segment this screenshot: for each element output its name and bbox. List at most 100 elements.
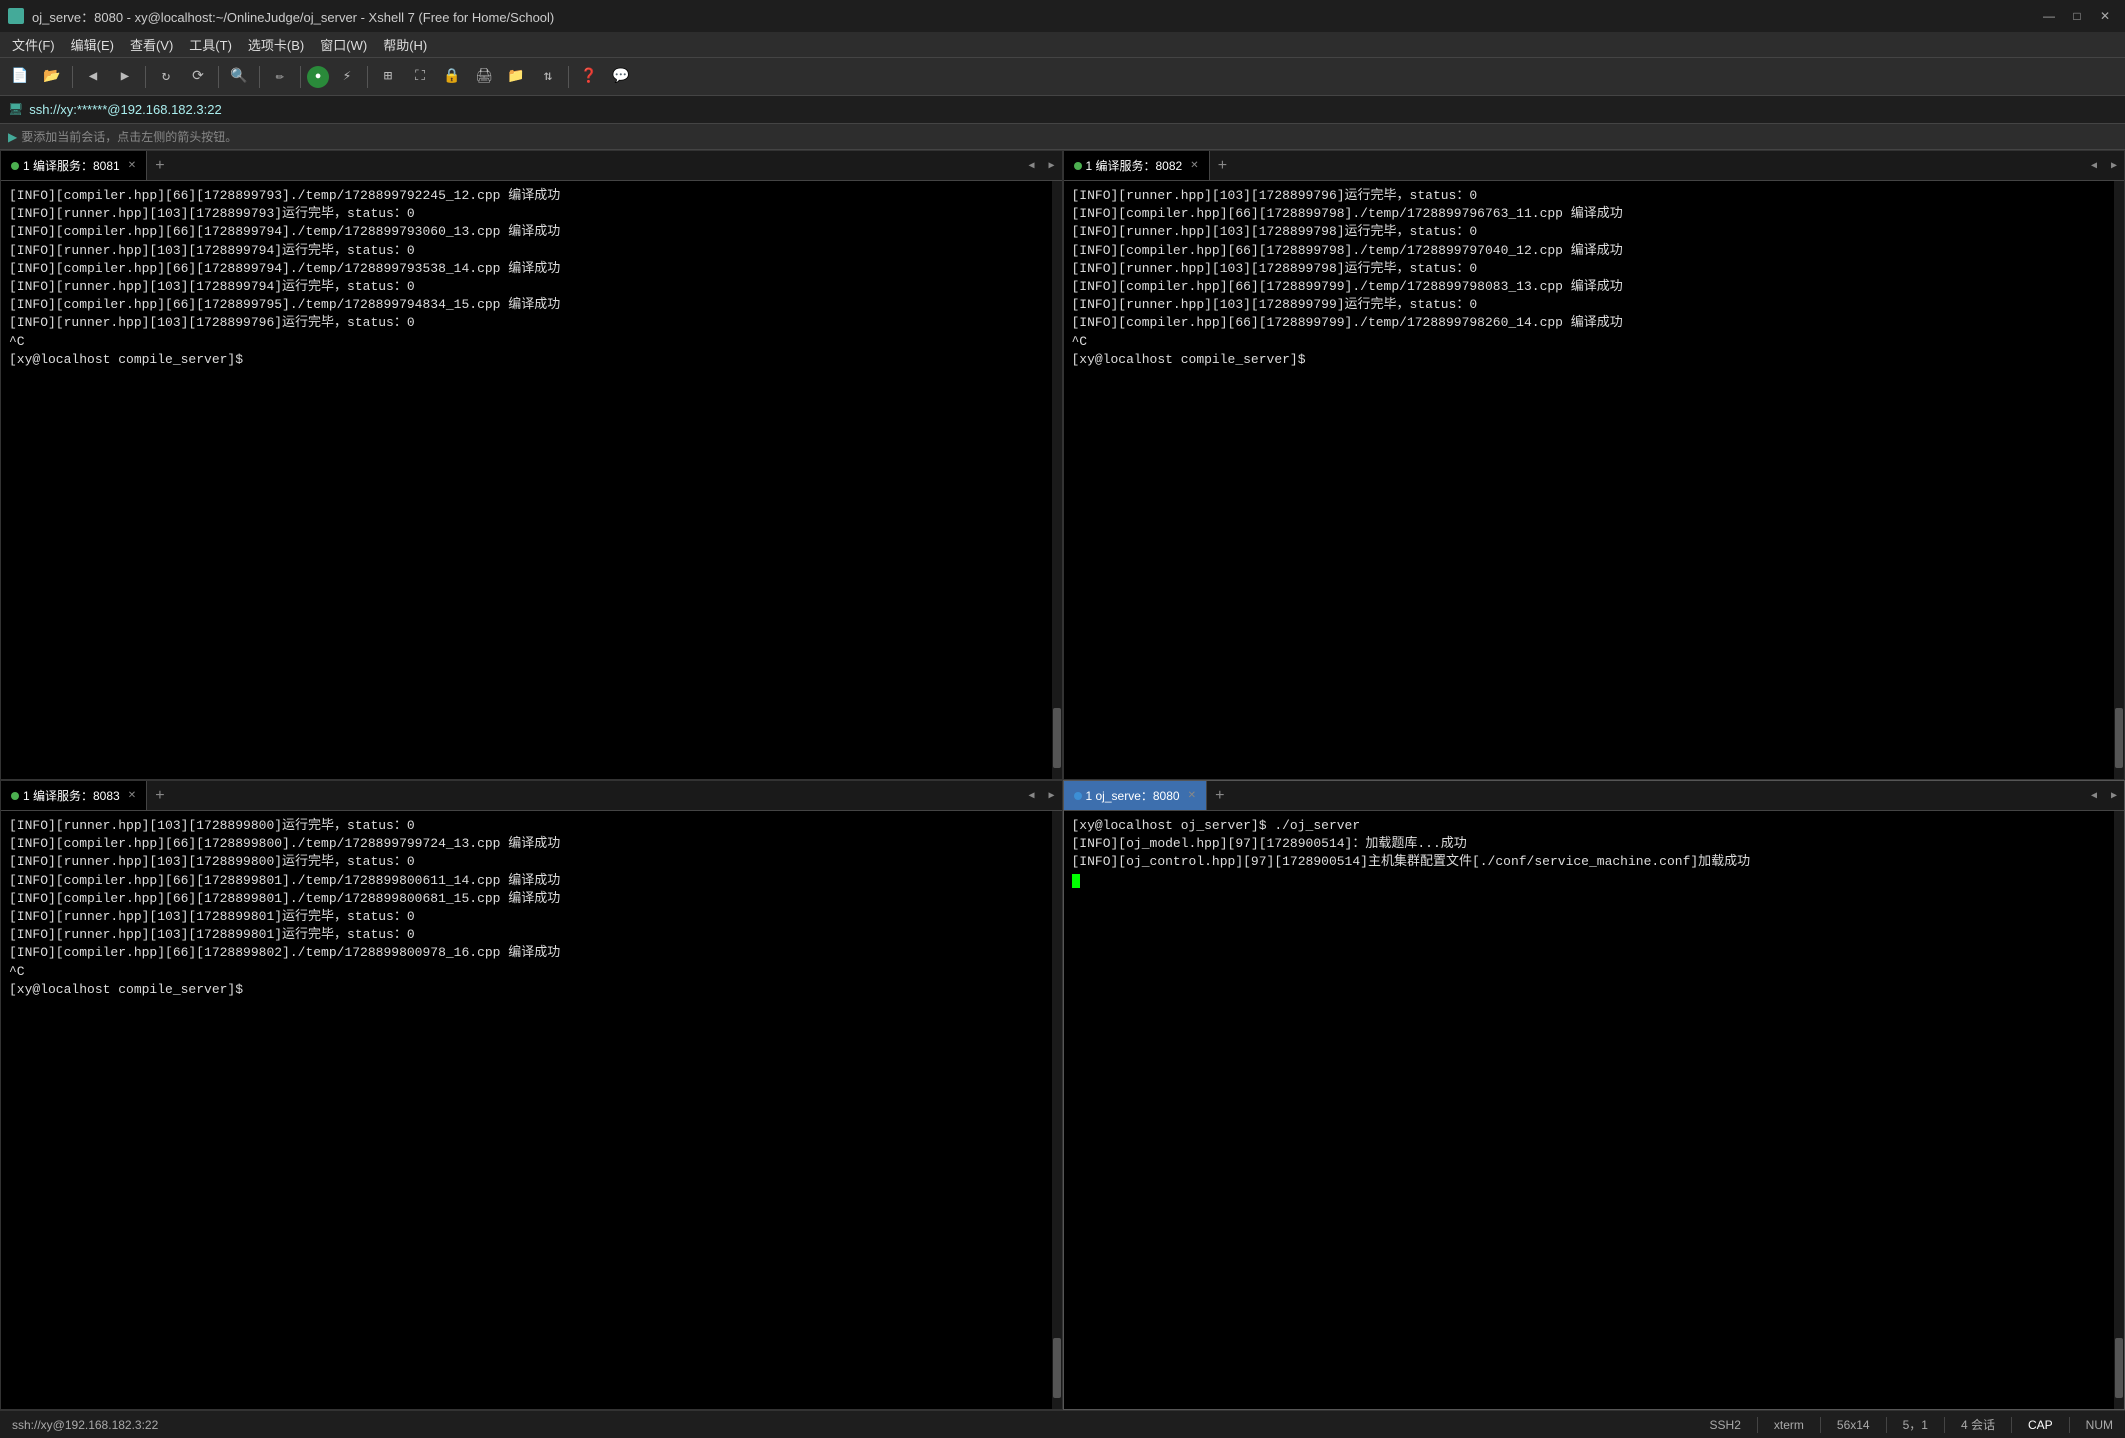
tab-add-3[interactable]: + <box>147 781 173 810</box>
scrollbar-2[interactable] <box>2114 181 2124 779</box>
menu-view[interactable]: 查看(V) <box>122 32 181 57</box>
tab-prev-2[interactable]: ◀ <box>2084 151 2104 180</box>
info-bar: ▶ 要添加当前会话，点击左侧的箭头按钮。 <box>0 124 2125 150</box>
terminal-pane-3: 1 编译服务：8083 ✕ + ◀ ▶ [INFO][runner.hpp][1… <box>0 780 1063 1410</box>
scrollbar-1[interactable] <box>1052 181 1062 779</box>
status-div4 <box>1944 1417 1945 1433</box>
menu-tools[interactable]: 工具(T) <box>181 32 240 57</box>
ssh-icon: 🖥 <box>8 102 23 117</box>
forward-btn[interactable]: ▶ <box>111 63 139 91</box>
tab-prev-1[interactable]: ◀ <box>1022 151 1042 180</box>
tab-label-3: 1 编译服务：8083 <box>23 787 120 804</box>
menu-window[interactable]: 窗口(W) <box>312 32 375 57</box>
tab-pane4[interactable]: 1 oj_serve：8080 ✕ <box>1064 781 1207 810</box>
status-sessions: 4 会话 <box>1961 1416 1995 1433</box>
terminal-content-4[interactable]: [xy@localhost oj_server]$ ./oj_server [I… <box>1064 811 2125 1409</box>
tab-pane3[interactable]: 1 编译服务：8083 ✕ <box>1 781 147 810</box>
status-div3 <box>1886 1417 1887 1433</box>
status-pos: 5，1 <box>1903 1416 1928 1433</box>
new-session-btn[interactable]: 📄 <box>6 63 34 91</box>
tab-close-3[interactable]: ✕ <box>128 790 136 801</box>
title-bar: oj_serve：8080 - xy@localhost:~/OnlineJud… <box>0 0 2125 32</box>
tab-prev-4[interactable]: ◀ <box>2084 781 2104 810</box>
status-div6 <box>2069 1417 2070 1433</box>
window-title: oj_serve：8080 - xy@localhost:~/OnlineJud… <box>32 7 554 26</box>
tab-add-1[interactable]: + <box>147 151 173 180</box>
status-term: xterm <box>1774 1418 1804 1432</box>
tab-nav-4: ◀ ▶ <box>2084 781 2124 810</box>
status-address: ssh://xy@192.168.182.3:22 <box>12 1418 158 1432</box>
help-btn[interactable]: ❓ <box>575 63 603 91</box>
search-btn[interactable]: 🔍 <box>225 63 253 91</box>
menu-tabs[interactable]: 选项卡(B) <box>240 32 312 57</box>
tab-nav-3: ◀ ▶ <box>1022 781 1062 810</box>
terminal-content-1[interactable]: [INFO][compiler.hpp][66][1728899793]./te… <box>1 181 1062 779</box>
back-btn[interactable]: ◀ <box>79 63 107 91</box>
folder-btn[interactable]: 📁 <box>502 63 530 91</box>
scrollbar-3[interactable] <box>1052 811 1062 1409</box>
status-size: 56x14 <box>1837 1418 1870 1432</box>
lock-btn[interactable]: 🔒 <box>438 63 466 91</box>
close-button[interactable]: ✕ <box>2093 4 2117 28</box>
tab-add-2[interactable]: + <box>1210 151 1236 180</box>
address-text: ssh://xy:******@192.168.182.3:22 <box>29 102 221 117</box>
address-bar: 🖥 ssh://xy:******@192.168.182.3:22 <box>0 96 2125 124</box>
connect-indicator: ● <box>307 66 329 88</box>
status-bar: ssh://xy@192.168.182.3:22 SSH2 xterm 56x… <box>0 1410 2125 1438</box>
layout-btn[interactable]: ⊞ <box>374 63 402 91</box>
scrollbar-thumb-1[interactable] <box>1053 708 1061 768</box>
tab-label-4: 1 oj_serve：8080 <box>1086 787 1180 804</box>
minimize-button[interactable]: — <box>2037 4 2061 28</box>
scrollbar-4[interactable] <box>2114 811 2124 1409</box>
tab-close-4[interactable]: ✕ <box>1188 790 1196 801</box>
tab-dot-3 <box>11 792 19 800</box>
status-div2 <box>1820 1417 1821 1433</box>
terminal-content-2[interactable]: [INFO][runner.hpp][103][1728899796]运行完毕，… <box>1064 181 2125 779</box>
open-btn[interactable]: 📂 <box>38 63 66 91</box>
tab-strip-3: 1 编译服务：8083 ✕ + ◀ ▶ <box>1 781 1062 811</box>
chat-btn[interactable]: 💬 <box>607 63 635 91</box>
maximize-button[interactable]: □ <box>2065 4 2089 28</box>
refresh-btn[interactable]: ↻ <box>152 63 180 91</box>
scrollbar-thumb-4[interactable] <box>2115 1338 2123 1398</box>
sep3 <box>218 66 219 88</box>
menu-file[interactable]: 文件(F) <box>4 32 63 57</box>
tab-prev-3[interactable]: ◀ <box>1022 781 1042 810</box>
tab-close-1[interactable]: ✕ <box>128 160 136 171</box>
menu-help[interactable]: 帮助(H) <box>375 32 435 57</box>
terminal-area: 1 编译服务：8081 ✕ + ◀ ▶ [INFO][compiler.hpp]… <box>0 150 2125 1410</box>
status-div5 <box>2011 1417 2012 1433</box>
tab-add-4[interactable]: + <box>1207 781 1233 810</box>
refresh2-btn[interactable]: ⟳ <box>184 63 212 91</box>
tab-next-3[interactable]: ▶ <box>1042 781 1062 810</box>
menu-bar: 文件(F) 编辑(E) 查看(V) 工具(T) 选项卡(B) 窗口(W) 帮助(… <box>0 32 2125 58</box>
transfer-btn[interactable]: ⇅ <box>534 63 562 91</box>
menu-edit[interactable]: 编辑(E) <box>63 32 122 57</box>
scrollbar-thumb-2[interactable] <box>2115 708 2123 768</box>
fullscreen-btn[interactable]: ⛶ <box>406 63 434 91</box>
tab-strip-1: 1 编译服务：8081 ✕ + ◀ ▶ <box>1 151 1062 181</box>
tab-nav-2: ◀ ▶ <box>2084 151 2124 180</box>
tab-nav-1: ◀ ▶ <box>1022 151 1062 180</box>
app-icon <box>8 8 24 24</box>
compose-btn[interactable]: ✏ <box>266 63 294 91</box>
terminal-pane-4: 1 oj_serve：8080 ✕ + ◀ ▶ [xy@localhost oj… <box>1063 780 2125 1410</box>
terminal-content-3[interactable]: [INFO][runner.hpp][103][1728899800]运行完毕，… <box>1 811 1062 1409</box>
info-text: 要添加当前会话，点击左侧的箭头按钮。 <box>21 128 237 145</box>
tab-dot-1 <box>11 162 19 170</box>
tab-label-2: 1 编译服务：8082 <box>1086 157 1183 174</box>
status-cap: CAP <box>2028 1418 2053 1432</box>
tab-pane1[interactable]: 1 编译服务：8081 ✕ <box>1 151 147 180</box>
tab-strip-2: 1 编译服务：8082 ✕ + ◀ ▶ <box>1064 151 2125 181</box>
print-btn[interactable]: 🖨 <box>470 63 498 91</box>
scrollbar-thumb-3[interactable] <box>1053 1338 1061 1398</box>
tab-next-1[interactable]: ▶ <box>1042 151 1062 180</box>
sep1 <box>72 66 73 88</box>
connect-btn[interactable]: ⚡ <box>333 63 361 91</box>
status-ssh: SSH2 <box>1710 1418 1741 1432</box>
tab-next-4[interactable]: ▶ <box>2104 781 2124 810</box>
tab-next-2[interactable]: ▶ <box>2104 151 2124 180</box>
tab-dot-2 <box>1074 162 1082 170</box>
tab-pane2[interactable]: 1 编译服务：8082 ✕ <box>1064 151 1210 180</box>
tab-close-2[interactable]: ✕ <box>1190 160 1198 171</box>
